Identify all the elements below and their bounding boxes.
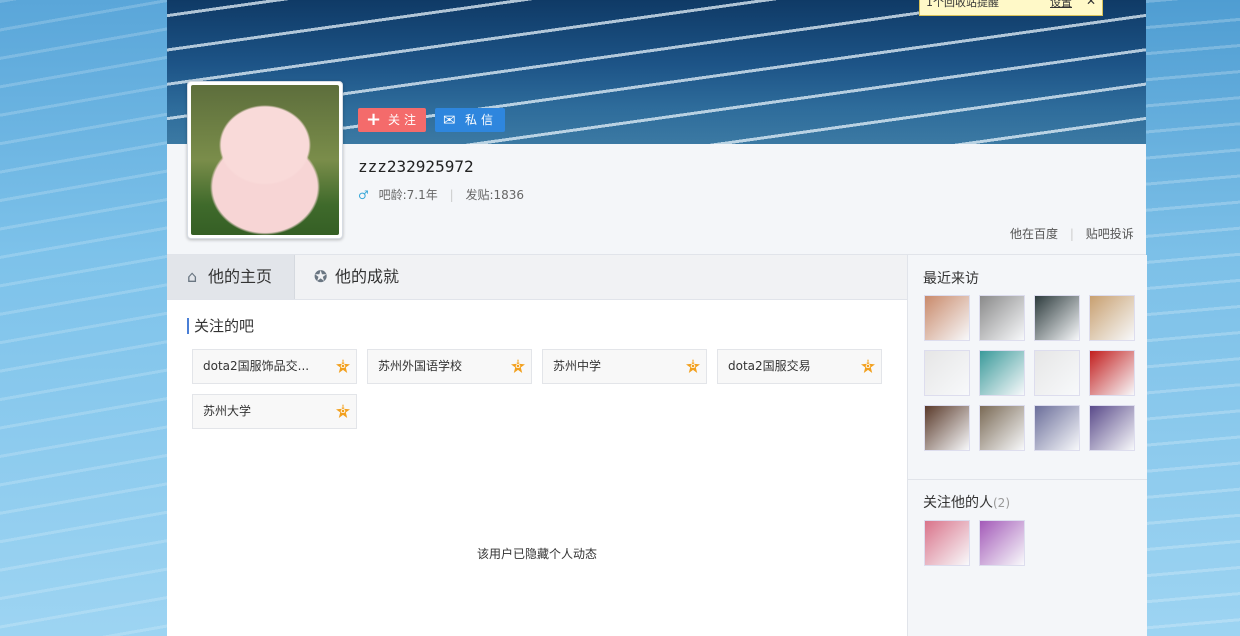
notice-close-icon[interactable]: ✕ [1086,0,1096,8]
separator: | [449,188,454,202]
follower-avatar[interactable] [979,520,1025,566]
visitor-avatar[interactable] [1034,405,1080,451]
visitor-avatar[interactable] [1089,295,1135,341]
bar-name: dota2国服交易 [728,359,811,373]
visitor-avatar[interactable] [1034,295,1080,341]
page-background-right [1146,0,1240,636]
followed-bars-title: 关注的吧 [187,318,254,334]
bar-name: 苏州外国语学校 [378,359,463,373]
top-links: 他在百度 | 贴吧投诉 [1010,225,1134,242]
bar-name: dota2国服饰品交... [203,359,310,373]
level-star-icon: 8 [336,359,350,373]
gender-male-icon: ♂ [358,188,369,202]
level-star-icon: 8 [861,359,875,373]
notice-text: 1个回收站提醒 [926,0,999,9]
home-icon: ⌂ [187,267,198,286]
bar-item[interactable]: 苏州外国语学校 8 [367,349,532,384]
bar-item[interactable]: dota2国服交易 8 [717,349,882,384]
bar-item[interactable]: 苏州中学 8 [542,349,707,384]
tab-home[interactable]: ⌂ 他的主页 [167,255,295,299]
visitor-avatar[interactable] [924,405,970,451]
level-star-icon: 8 [511,359,525,373]
sidebar: 最近来访 关注他的人(2) [907,255,1147,636]
follow-button[interactable]: + 关注 [358,108,426,132]
level-star-icon: 8 [336,404,350,418]
baidu-link[interactable]: 他在百度 [1010,227,1058,241]
mail-icon: ✉ [443,111,456,129]
tab-achievements-label: 他的成就 [335,267,400,286]
visitor-avatar[interactable] [924,295,970,341]
plus-icon: + [366,109,382,130]
report-link[interactable]: 贴吧投诉 [1086,227,1134,241]
bar-item[interactable]: 苏州大学 8 [192,394,357,429]
username: zzz232925972 [358,157,474,176]
followers-count: (2) [993,496,1010,510]
sidebar-divider [908,479,1147,480]
visitor-avatar[interactable] [979,350,1025,396]
medal-icon: ✪ [314,267,328,286]
follower-avatar[interactable] [924,520,970,566]
visitor-avatar[interactable] [1034,350,1080,396]
followers-title-label: 关注他的人 [923,495,993,511]
tab-home-label: 他的主页 [208,267,273,286]
follow-label: 关注 [388,113,421,127]
tab-achievements[interactable]: ✪ 他的成就 [314,255,434,299]
avatar-image [191,85,339,235]
bar-name: 苏州中学 [553,359,602,373]
page-background-left [0,0,168,636]
separator: | [1069,227,1074,241]
recycle-notice: 1个回收站提醒 设置 ✕ [919,0,1103,16]
visitor-avatar[interactable] [1089,350,1135,396]
followers-title: 关注他的人(2) [923,492,1010,512]
message-label: 私信 [465,113,498,127]
notice-settings-link[interactable]: 设置 [1050,0,1072,9]
visitor-avatar[interactable] [979,405,1025,451]
visitor-avatar[interactable] [1089,405,1135,451]
avatar[interactable] [187,81,343,239]
hidden-activity-message: 该用户已隐藏个人动态 [477,547,598,561]
profile-page: 1个回收站提醒 设置 ✕ + 关注 ✉ 私信 zzz232925972 ♂ 吧龄… [167,0,1147,636]
recent-visitors-title: 最近来访 [923,271,979,287]
message-button[interactable]: ✉ 私信 [435,108,505,132]
bar-name: 苏州大学 [203,404,252,418]
bar-age: 吧龄:7.1年 [378,188,438,202]
profile-tabs: ⌂ 他的主页 ✪ 他的成就 [167,255,907,300]
level-star-icon: 8 [686,359,700,373]
bar-item[interactable]: dota2国服饰品交... 8 [192,349,357,384]
post-count: 发贴:1836 [465,188,525,202]
visitor-avatar[interactable] [979,295,1025,341]
profile-meta: ♂ 吧龄:7.1年 | 发贴:1836 [358,186,524,203]
visitor-avatar[interactable] [924,350,970,396]
